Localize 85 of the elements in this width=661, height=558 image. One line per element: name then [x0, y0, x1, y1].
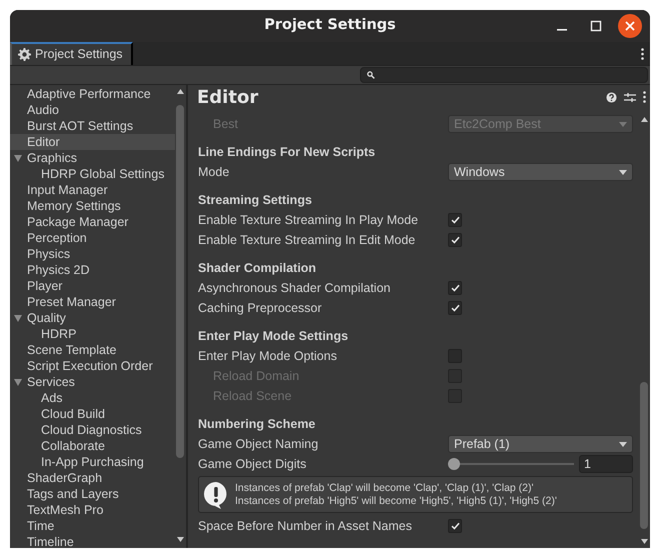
field-label: Game Object Digits	[198, 456, 308, 473]
more-options-icon[interactable]	[643, 91, 646, 103]
section-heading: Numbering Scheme	[198, 416, 316, 433]
check-icon	[450, 216, 460, 224]
section-heading: Line Endings For New Scripts	[198, 144, 376, 161]
sidebar-item[interactable]: Package Manager	[10, 214, 175, 230]
search-field[interactable]	[360, 67, 648, 83]
section-heading: Streaming Settings	[198, 192, 313, 209]
check-icon	[450, 284, 460, 292]
sidebar-item[interactable]: Ads	[10, 390, 175, 406]
sidebar-item[interactable]: Burst AOT Settings	[10, 118, 175, 134]
project-settings-tab[interactable]: Project Settings	[10, 42, 133, 65]
sidebar-item[interactable]: Services	[10, 374, 175, 390]
expanded-arrow-icon[interactable]	[14, 315, 22, 322]
presets-icon[interactable]	[624, 92, 636, 102]
dropdown[interactable]: Windows	[448, 163, 633, 181]
minimize-icon	[557, 29, 567, 31]
field-label: Asynchronous Shader Compilation	[198, 280, 392, 297]
dropdown[interactable]: Prefab (1)	[448, 435, 633, 453]
gear-icon	[18, 48, 31, 61]
checkbox[interactable]	[448, 281, 462, 295]
scroll-down-icon[interactable]	[641, 539, 648, 544]
slider-thumb[interactable]	[448, 458, 460, 470]
sidebar-item[interactable]: TextMesh Pro	[10, 502, 175, 518]
scroll-down-icon[interactable]	[177, 537, 184, 542]
caret-icon	[619, 442, 627, 447]
sidebar-item[interactable]: Input Manager	[10, 182, 175, 198]
help-icon[interactable]	[606, 92, 617, 102]
maximize-icon	[590, 20, 602, 32]
field-label: Enable Texture Streaming In Play Mode	[198, 212, 420, 229]
field-label: Enter Play Mode Options	[198, 348, 338, 365]
close-icon	[624, 20, 636, 32]
sidebar-item[interactable]: Player	[10, 278, 175, 294]
sidebar-item[interactable]: Graphics	[10, 150, 175, 166]
check-icon	[450, 522, 460, 530]
checkbox[interactable]	[448, 301, 462, 315]
section-heading: Enter Play Mode Settings	[198, 328, 350, 345]
sidebar-item[interactable]: Cloud Build	[10, 406, 175, 422]
sidebar-item[interactable]: Preset Manager	[10, 294, 175, 310]
expanded-arrow-icon[interactable]	[14, 379, 22, 386]
field-label: Space Before Number in Asset Names	[198, 518, 413, 535]
scrollbar-thumb[interactable]	[176, 105, 184, 458]
sidebar-item[interactable]: Adaptive Performance	[10, 86, 175, 102]
sidebar-item[interactable]: Quality	[10, 310, 175, 326]
sidebar-item[interactable]: Script Execution Order	[10, 358, 175, 374]
sidebar-item[interactable]: Audio	[10, 102, 175, 118]
sidebar-item[interactable]: Scene Template	[10, 342, 175, 358]
message-text: Instances of prefab 'Clap' will become 'Clap', 'Clap (1)', 'Clap (2)'	[235, 482, 534, 494]
sidebar-item[interactable]: Tags and Layers	[10, 486, 175, 502]
sidebar-item[interactable]: Editor	[10, 134, 175, 150]
speech-bubble-icon	[203, 480, 229, 508]
expanded-arrow-icon[interactable]	[14, 155, 22, 162]
field-label: Enable Texture Streaming In Edit Mode	[198, 232, 416, 249]
checkbox[interactable]	[448, 233, 462, 247]
sidebar-item[interactable]: In-App Purchasing	[10, 454, 175, 470]
checkbox[interactable]	[448, 519, 462, 533]
sidebar-item[interactable]: Physics 2D	[10, 262, 175, 278]
sidebar-item[interactable]: Perception	[10, 230, 175, 246]
caret-icon	[619, 170, 627, 175]
message-text: Instances of prefab 'High5' will become 'High5', 'High5 (1)', 'High5 (2)'	[235, 494, 557, 507]
check-icon	[450, 304, 460, 312]
scrollbar-thumb[interactable]	[640, 382, 648, 529]
field-label: Mode	[198, 164, 230, 181]
search-icon	[367, 71, 375, 79]
sidebar-item[interactable]: Memory Settings	[10, 198, 175, 214]
window-title: Project Settings	[264, 16, 396, 36]
caret-icon	[619, 122, 627, 127]
sidebar-item[interactable]: Cloud Diagnostics	[10, 422, 175, 438]
section-heading: Shader Compilation	[198, 260, 318, 277]
scroll-up-icon[interactable]	[177, 89, 184, 94]
close-button[interactable]	[618, 14, 642, 38]
sidebar-item[interactable]: HDRP Global Settings	[10, 166, 175, 182]
check-icon	[450, 236, 460, 244]
sidebar-item[interactable]: HDRP	[10, 326, 175, 342]
page-title: Editor	[197, 86, 258, 110]
sidebar-item[interactable]: Timeline	[10, 534, 175, 548]
checkbox[interactable]	[448, 213, 462, 227]
sidebar-item[interactable]: Physics	[10, 246, 175, 262]
sidebar-item[interactable]: Collaborate	[10, 438, 175, 454]
field-label: Game Object Naming	[198, 436, 320, 453]
scroll-up-icon[interactable]	[641, 117, 648, 122]
sidebar-item[interactable]: ShaderGraph	[10, 470, 175, 486]
field-label: Caching Preprocessor	[198, 300, 323, 317]
sidebar-item[interactable]: Time	[10, 518, 175, 534]
number-field[interactable]: 1	[579, 455, 633, 473]
